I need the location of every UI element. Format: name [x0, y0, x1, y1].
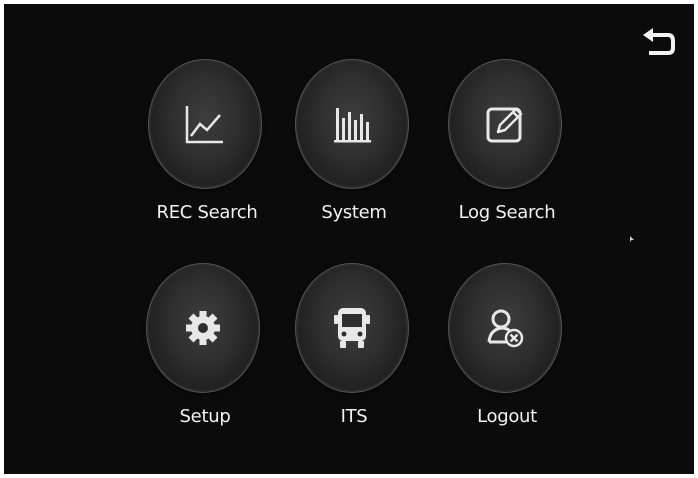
log-search-circle: [451, 62, 559, 186]
back-button[interactable]: [640, 26, 678, 60]
logout-label: Logout: [477, 406, 537, 427]
logout-button[interactable]: Logout: [432, 266, 582, 456]
system-button[interactable]: System: [279, 62, 429, 252]
logout-user-icon: [487, 309, 524, 348]
setup-circle: [149, 266, 257, 390]
setup-button[interactable]: Setup: [130, 266, 280, 456]
bus-icon: [334, 308, 370, 348]
bar-chart-icon: [334, 108, 371, 143]
its-circle: [298, 266, 406, 390]
line-chart-icon: [185, 106, 223, 144]
log-search-button[interactable]: Log Search: [432, 62, 582, 252]
logout-circle: [451, 266, 559, 390]
gear-icon: [186, 311, 220, 345]
log-search-label: Log Search: [458, 202, 556, 223]
system-label: System: [321, 202, 387, 223]
rec-search-circle: [151, 62, 259, 186]
rec-search-button[interactable]: REC Search: [132, 62, 282, 252]
main-menu-screen: REC Search System Log Search Setup ITS L…: [4, 4, 694, 474]
rec-search-label: REC Search: [156, 202, 258, 223]
its-label: ITS: [340, 406, 368, 427]
system-circle: [298, 62, 406, 186]
its-button[interactable]: ITS: [279, 266, 429, 456]
back-arrow-icon: [643, 28, 675, 55]
edit-note-icon: [486, 107, 523, 143]
mouse-cursor-icon: [630, 236, 634, 242]
setup-label: Setup: [179, 406, 231, 427]
